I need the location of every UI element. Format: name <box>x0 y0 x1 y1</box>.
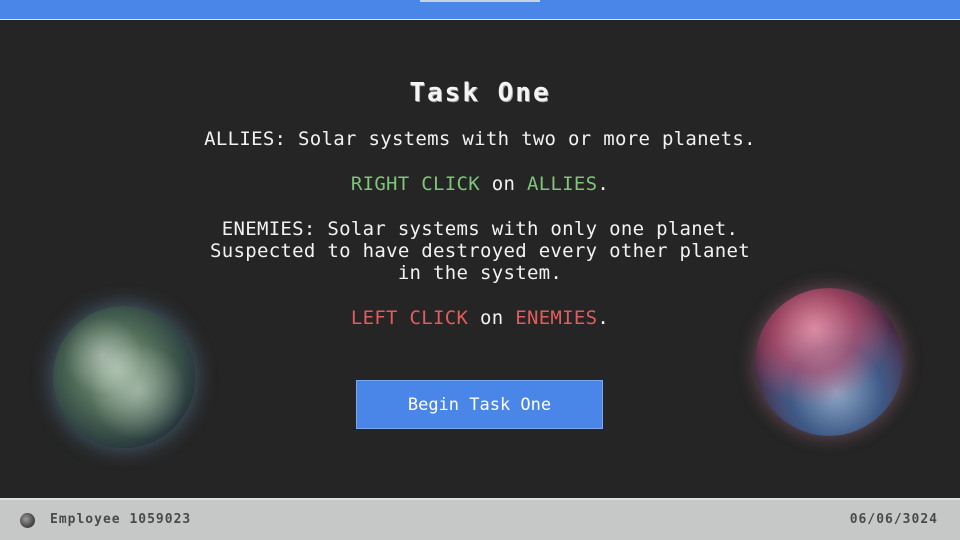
enemies-description-line2: Suspected to have destroyed every other … <box>210 240 750 262</box>
red-planet-image <box>755 288 903 436</box>
current-date: 06/06/3024 <box>849 512 938 527</box>
allies-period: . <box>597 173 610 195</box>
on-text: on <box>491 173 516 195</box>
enemies-description-line3: in the system. <box>397 262 563 284</box>
right-click-text: RIGHT CLICK <box>350 173 480 195</box>
on-text: on <box>479 307 504 329</box>
earth-planet-image <box>53 306 195 448</box>
game-stage: Task One ALLIES: Solar systems with two … <box>0 20 960 498</box>
employee-avatar-icon <box>20 513 35 528</box>
allies-instruction: RIGHT CLICK on ALLIES. <box>0 173 960 195</box>
top-bar <box>0 0 960 20</box>
employee-id: Employee 1059023 <box>50 512 192 527</box>
enemies-period: . <box>597 307 610 329</box>
status-footer: Employee 1059023 06/06/3024 <box>0 498 960 540</box>
begin-task-button[interactable]: Begin Task One <box>356 380 603 429</box>
enemies-description-line1: ENEMIES: Solar systems with only one pla… <box>221 218 739 240</box>
allies-target-text: ALLIES <box>526 173 598 195</box>
enemies-target-text: ENEMIES <box>515 307 598 329</box>
top-bar-notch <box>420 0 540 2</box>
task-title: Task One <box>409 78 551 108</box>
allies-description: ALLIES: Solar systems with two or more p… <box>204 128 756 150</box>
left-click-text: LEFT CLICK <box>350 307 469 329</box>
